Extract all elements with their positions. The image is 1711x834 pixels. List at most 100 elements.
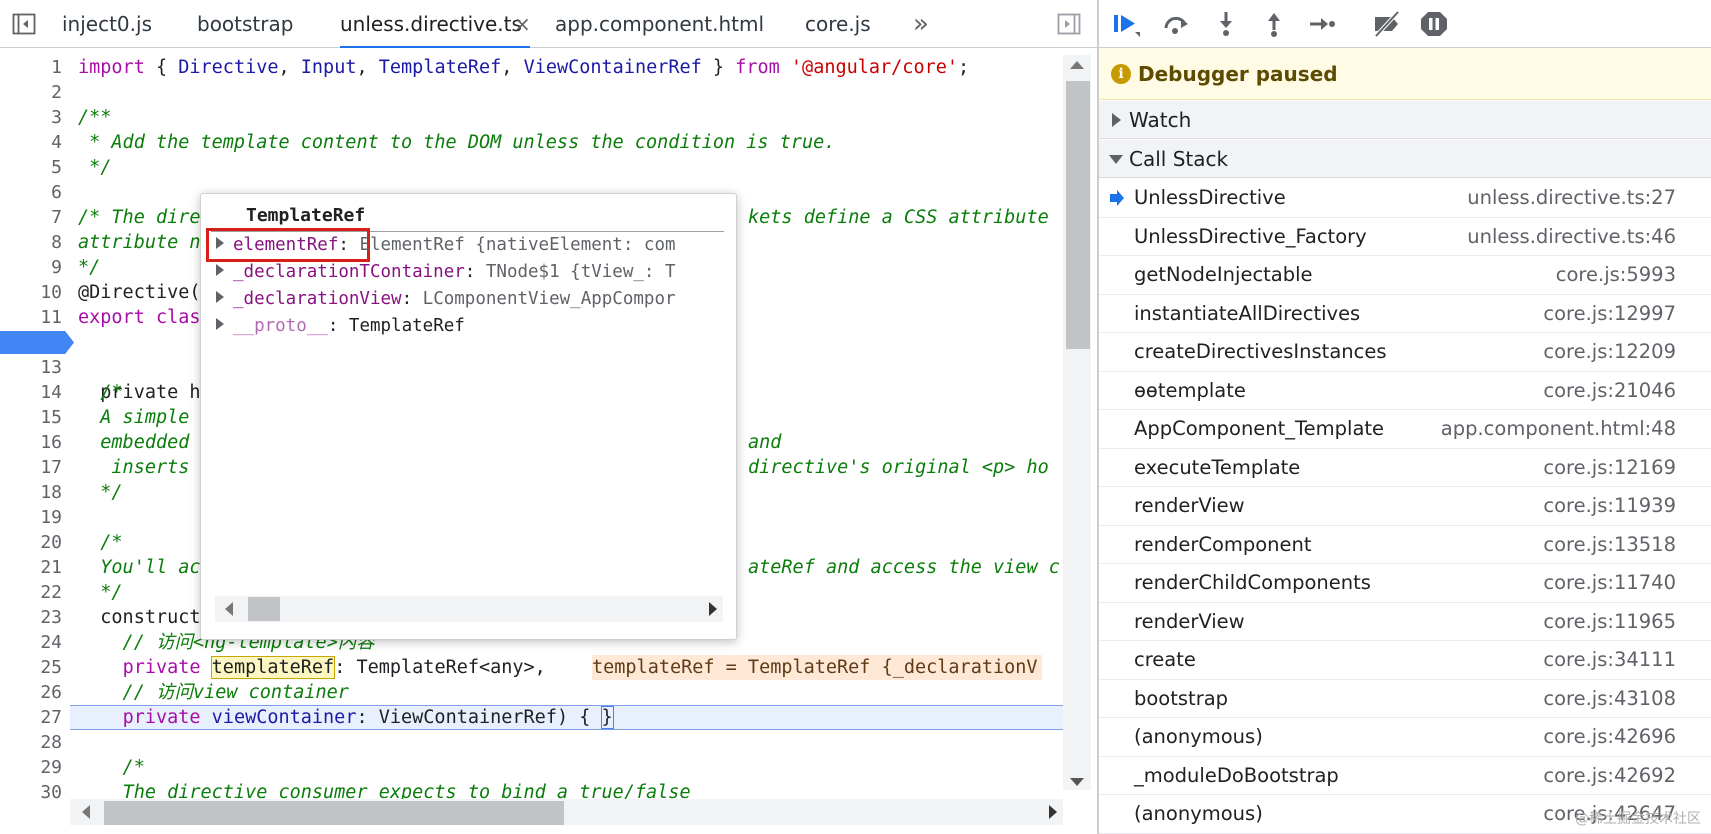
frame-location[interactable]: core.js:11965 [1543, 603, 1676, 641]
step-into-icon[interactable] [1211, 10, 1241, 38]
frame-location[interactable]: core.js:34111 [1543, 641, 1676, 679]
frame-function-name: _moduleDoBootstrap [1134, 763, 1339, 787]
editor-pane: inject0.js bootstrap unless.directive.ts… [0, 0, 1097, 834]
frame-function-name: bootstrap [1134, 686, 1229, 710]
frame-function-name: create [1134, 648, 1196, 671]
debugger-sidebar: i Debugger paused Watch Call Stack Unles… [1099, 0, 1711, 834]
resume-icon[interactable] [1111, 10, 1141, 38]
call-stack-frame[interactable]: createDirectivesInstances core.js:12209 [1099, 333, 1711, 372]
call-stack-frame[interactable]: executeTemplate core.js:12169 [1099, 449, 1711, 487]
frame-location[interactable]: core.js:13518 [1543, 526, 1676, 564]
code-line: 2 [51, 82, 62, 103]
tab-unless-directive[interactable]: unless.directive.ts [340, 0, 530, 48]
frame-location[interactable]: core.js:42692 [1543, 757, 1676, 795]
step-out-icon[interactable] [1259, 10, 1289, 38]
property-row-proto[interactable]: __proto__: TemplateRef [216, 313, 721, 339]
property-row-declarationView[interactable]: _declarationView: LComponentView_AppComp… [216, 286, 721, 312]
inline-value: templateRef = TemplateRef {_declarationV [592, 655, 1042, 680]
debugger-paused-banner: i Debugger paused [1099, 48, 1711, 100]
frame-location[interactable]: core.js:21046 [1543, 372, 1676, 410]
frame-location[interactable]: core.js:11939 [1543, 487, 1676, 525]
object-preview-popover[interactable]: TemplateRef elementRef: ElementRef {nati… [200, 193, 737, 640]
sidebar-toggle-icon[interactable] [12, 12, 36, 36]
call-stack-frame[interactable]: UnlessDirective_Factory unless.directive.… [1099, 218, 1711, 256]
property-row-elementRef[interactable]: elementRef: ElementRef {nativeElement: c… [216, 232, 721, 258]
call-stack-frame[interactable]: renderView core.js:11965 [1099, 603, 1711, 641]
debugger-toolbar [1099, 0, 1711, 48]
paused-message: Debugger paused [1138, 62, 1338, 86]
frame-location[interactable]: app.component.html:48 [1441, 410, 1676, 448]
frame-location[interactable]: core.js:11740 [1543, 564, 1676, 602]
scroll-left-icon[interactable] [82, 805, 90, 819]
call-stack-frame[interactable]: renderView core.js:11939 [1099, 487, 1711, 526]
popover-title: TemplateRef [246, 205, 366, 226]
more-tabs-icon[interactable]: » [913, 0, 929, 48]
scroll-down-icon[interactable] [1070, 778, 1084, 786]
code-line: 1 import { Directive, Input, TemplateRef,… [51, 57, 970, 78]
property-row-declarationTContainer[interactable]: _declarationTContainer: TNode$1 {tView_:… [216, 259, 721, 285]
collapse-triangle-icon[interactable] [1109, 155, 1123, 164]
editor-vertical-scrollbar[interactable] [1063, 55, 1091, 790]
frame-location[interactable]: core.js:12997 [1543, 295, 1676, 333]
frame-location[interactable]: core.js:12209 [1543, 333, 1676, 371]
frame-location[interactable]: unless.directive.ts:46 [1467, 218, 1676, 256]
scroll-right-icon[interactable] [1049, 805, 1057, 819]
expand-triangle-icon[interactable] [216, 264, 224, 276]
pause-exceptions-icon[interactable] [1419, 10, 1449, 38]
watch-section-header[interactable]: Watch [1099, 101, 1711, 139]
deactivate-breakpoints-icon[interactable] [1372, 10, 1402, 38]
call-stack-frame[interactable]: UnlessDirective unless.directive.ts:27 [1099, 179, 1711, 218]
call-stack-section-header[interactable]: Call Stack [1099, 140, 1711, 178]
tab-bootstrap[interactable]: bootstrap [197, 0, 293, 48]
call-stack-frame[interactable]: AppComponent_Template app.component.html:… [1099, 410, 1711, 449]
editor-tabbar: inject0.js bootstrap unless.directive.ts… [0, 0, 1097, 48]
breakpoint-marker[interactable] [0, 331, 74, 354]
code-line-current: 27 private viewContainer: ViewContainerR… [40, 706, 614, 729]
tab-inject0[interactable]: inject0.js [62, 0, 152, 48]
scroll-right-icon[interactable] [709, 602, 717, 616]
call-stack-frame[interactable]: renderChildComponents core.js:11740 [1099, 564, 1711, 603]
frame-location[interactable]: core.js:43108 [1543, 680, 1676, 718]
expand-triangle-icon[interactable] [1112, 113, 1121, 127]
tab-app-component[interactable]: app.component.html [555, 0, 764, 48]
popover-horizontal-scrollbar[interactable] [215, 596, 723, 622]
call-stack-frame[interactable]: renderComponent core.js:13518 [1099, 526, 1711, 564]
expand-triangle-icon[interactable] [216, 291, 224, 303]
call-stack-frame[interactable]: ɵɵtemplate core.js:21046 [1099, 372, 1711, 410]
frame-location[interactable]: core.js:42696 [1543, 718, 1676, 756]
step-icon[interactable] [1307, 10, 1337, 38]
frame-location[interactable]: core.js:5993 [1556, 256, 1676, 294]
frame-function-name: executeTemplate [1134, 455, 1301, 479]
expand-triangle-icon[interactable] [216, 237, 224, 249]
tab-core[interactable]: core.js [805, 0, 871, 48]
scrollbar-thumb[interactable] [1066, 81, 1090, 349]
close-tab-icon[interactable]: × [514, 0, 531, 48]
watermark: @稀土掘金技术社区 [1575, 811, 1701, 827]
current-frame-arrow-icon [1110, 190, 1124, 206]
frame-location[interactable]: unless.directive.ts:27 [1467, 179, 1676, 217]
call-stack-frame[interactable]: bootstrap core.js:43108 [1099, 680, 1711, 718]
call-stack-frame[interactable]: getNodeInjectable core.js:5993 [1099, 256, 1711, 295]
frame-function-name: AppComponent_Template [1134, 417, 1385, 440]
info-icon: i [1111, 64, 1131, 84]
expand-triangle-icon[interactable] [216, 318, 224, 330]
frame-function-name: renderChildComponents [1134, 571, 1371, 594]
call-stack-frame[interactable]: (anonymous) core.js:42696 [1099, 718, 1711, 757]
scroll-up-icon[interactable] [1070, 61, 1084, 69]
frame-function-name: renderComponent [1134, 532, 1312, 556]
editor-horizontal-scrollbar[interactable] [70, 799, 1063, 825]
scrollbar-thumb[interactable] [104, 801, 564, 825]
code-line: 4 * Add the template content to the DOM … [51, 132, 836, 153]
step-over-icon[interactable] [1161, 10, 1191, 38]
frame-location[interactable]: core.js:12169 [1543, 449, 1676, 487]
call-stack-frame[interactable]: _moduleDoBootstrap core.js:42692 [1099, 757, 1711, 795]
call-stack-frame[interactable]: instantiateAllDirectives core.js:12997 [1099, 295, 1711, 333]
sidebar-right-toggle-icon[interactable] [1057, 12, 1081, 36]
scrollbar-thumb[interactable] [248, 597, 280, 621]
call-stack-frame[interactable]: create core.js:34111 [1099, 641, 1711, 680]
hovered-identifier[interactable]: templateRef [210, 656, 336, 679]
frame-function-name: instantiateAllDirectives [1134, 301, 1361, 325]
scroll-left-icon[interactable] [225, 602, 233, 616]
frame-function-name: renderView [1134, 609, 1245, 633]
code-line: 29 /* [40, 757, 145, 778]
